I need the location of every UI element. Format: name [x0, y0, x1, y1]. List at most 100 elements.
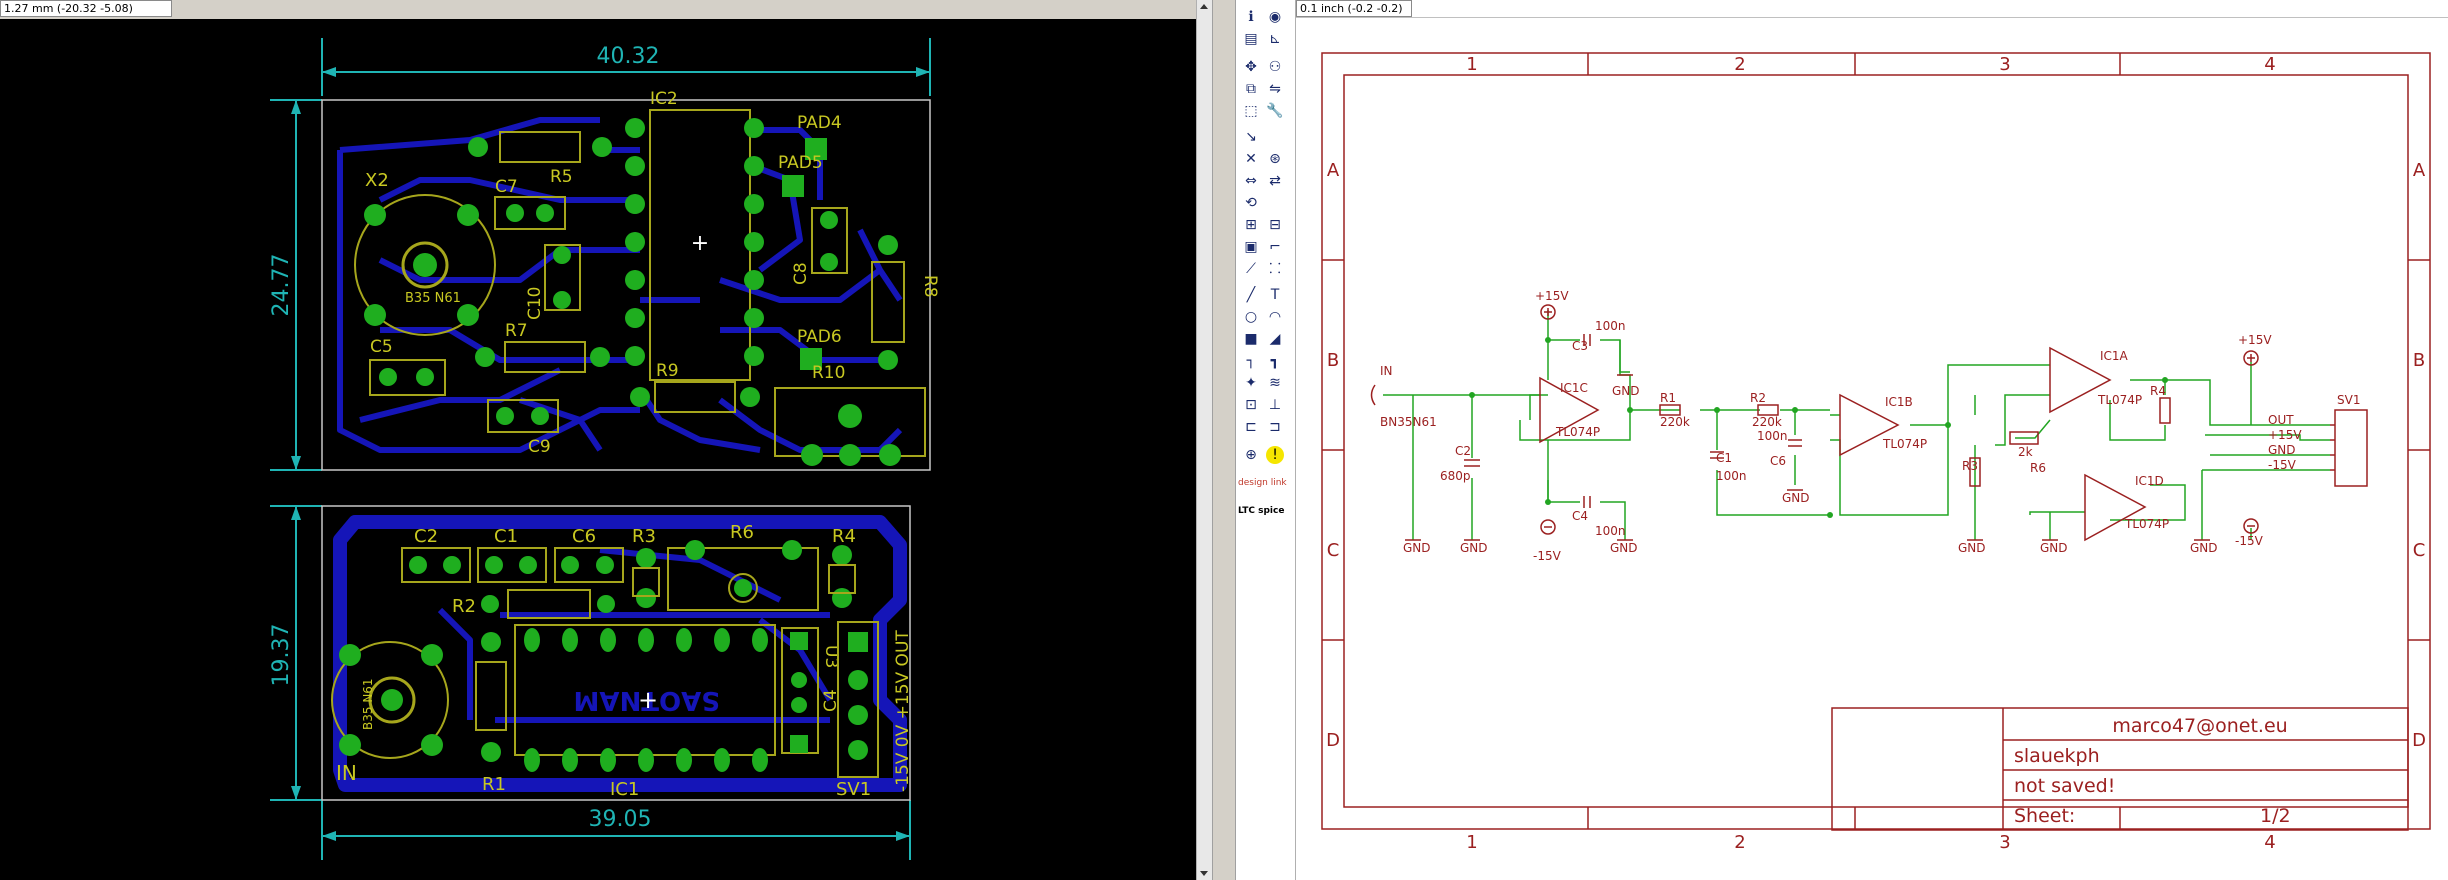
r7-label: R7: [505, 321, 528, 341]
c1-label: C1: [494, 526, 518, 547]
delete-icon[interactable]: ✕: [1242, 150, 1260, 168]
erc-icon[interactable]: !: [1266, 446, 1284, 464]
x2-part-label: B35 N61: [405, 291, 461, 306]
top-width-dim: 40.32: [597, 44, 660, 69]
svg-text:B: B: [2413, 350, 2425, 371]
pad4-label: PAD4: [797, 113, 842, 133]
r1-label: R1: [482, 774, 506, 795]
svg-text:IC1D: IC1D: [2135, 474, 2164, 488]
scroll-up-arrow[interactable]: [1200, 4, 1208, 9]
svg-text:+15V: +15V: [2238, 333, 2272, 347]
dimension-icon[interactable]: ⊐: [1266, 418, 1284, 436]
svg-text:GND: GND: [1612, 384, 1640, 398]
schematic-coordinate-readout: 0.1 inch (-0.2 -0.2): [1296, 0, 1412, 17]
move-icon[interactable]: ✥: [1242, 58, 1260, 76]
svg-text:OUT: OUT: [2268, 413, 2294, 427]
rotate-icon[interactable]: ⟲: [1242, 194, 1260, 212]
svg-text:GND: GND: [1610, 541, 1638, 555]
polygon-icon[interactable]: ◢: [1266, 330, 1284, 348]
pane-splitter[interactable]: [1212, 0, 1236, 880]
svg-text:C4: C4: [1572, 509, 1588, 523]
c10-label: C10: [525, 286, 545, 320]
svg-text:C: C: [2413, 540, 2426, 561]
netlabel-icon[interactable]: ≋: [1266, 374, 1284, 392]
bus-icon[interactable]: ⸬: [1266, 260, 1284, 278]
svg-text:R3: R3: [1962, 459, 1978, 473]
command-toolbar: ℹ ◉ ▤ ⊾ ✥ ⚇ ⧉ ⇋ ⬚ 🔧 ↘ ✕ ⊛ ⇔ ⇄ ⟲ ⊞ ⊟ ▣ ⌐ …: [1236, 0, 1296, 880]
arc-icon[interactable]: ◠: [1266, 308, 1284, 326]
smash-icon[interactable]: ⇄: [1266, 172, 1284, 190]
add-icon[interactable]: ▣: [1242, 238, 1260, 256]
ruler-icon[interactable]: ⊾: [1266, 30, 1284, 48]
connector-label: -15V 0V +15V OUT: [893, 630, 913, 792]
label-icon[interactable]: ⊟: [1266, 216, 1284, 234]
svg-text:GND: GND: [1403, 541, 1431, 555]
svg-text:3: 3: [1999, 832, 2010, 853]
copy-icon[interactable]: ⧉: [1242, 80, 1260, 98]
svg-text:3: 3: [1999, 54, 2010, 75]
ltspice-button[interactable]: LTC spice: [1238, 506, 1284, 516]
bus-tool-icon[interactable]: ┓: [1266, 352, 1284, 370]
svg-text:+: +: [638, 686, 658, 714]
svg-text:-15V: -15V: [1533, 549, 1562, 563]
attribute-icon[interactable]: ⊡: [1242, 396, 1260, 414]
svg-text:2: 2: [1734, 54, 1745, 75]
title-name: slauekph: [2014, 745, 2100, 767]
c2-label: C2: [414, 526, 438, 547]
info-icon[interactable]: ℹ: [1242, 8, 1260, 26]
svg-text:R2: R2: [1750, 391, 1766, 405]
select-icon[interactable]: ⬚: [1242, 102, 1260, 120]
svg-text:2k: 2k: [2018, 445, 2033, 459]
svg-text:D: D: [1326, 730, 1340, 751]
text-icon[interactable]: T: [1266, 286, 1284, 304]
scroll-down-arrow[interactable]: [1200, 871, 1208, 876]
r3-label: R3: [632, 526, 656, 547]
junction-tool-icon[interactable]: ✦: [1242, 374, 1260, 392]
svg-text:4: 4: [2264, 832, 2275, 853]
frame-icon[interactable]: ⊥: [1266, 396, 1284, 414]
svg-text:+15V: +15V: [2268, 428, 2302, 442]
c7-label: C7: [495, 177, 518, 197]
wire-icon[interactable]: ↘: [1242, 128, 1260, 146]
svg-text:GND: GND: [1782, 491, 1810, 505]
svg-text:C6: C6: [1770, 454, 1786, 468]
svg-text:R1: R1: [1660, 391, 1676, 405]
design-link-button[interactable]: design link: [1238, 478, 1287, 488]
svg-text:BN35N61: BN35N61: [1380, 415, 1437, 429]
bottom-width-dim: 39.05: [589, 807, 652, 832]
split-icon[interactable]: ⇔: [1242, 172, 1260, 190]
board-vertical-scrollbar[interactable]: [1196, 0, 1212, 880]
net-icon[interactable]: ⊞: [1242, 216, 1260, 234]
r4-label: R4: [832, 526, 856, 547]
rect-icon[interactable]: ■: [1242, 330, 1260, 348]
svg-text:+: +: [691, 231, 709, 256]
miter-icon[interactable]: ⌐: [1266, 238, 1284, 256]
eye-icon[interactable]: ◉: [1266, 8, 1284, 26]
svg-text:C3: C3: [1572, 339, 1588, 353]
schematic-editor-pane: 0.1 inch (-0.2 -0.2) 1 2 3 4 1 2 3 4 A B…: [1296, 0, 2448, 880]
gateswap-icon[interactable]: ⊏: [1242, 418, 1260, 436]
board-coordinate-readout: 1.27 mm (-20.32 -5.08): [0, 0, 172, 17]
layers-icon[interactable]: ▤: [1242, 30, 1260, 48]
svg-text:GND: GND: [2040, 541, 2068, 555]
mirror-icon[interactable]: ⇋: [1266, 80, 1284, 98]
svg-text:100n: 100n: [1595, 524, 1626, 538]
svg-text:R6: R6: [2030, 461, 2046, 475]
pin-swap-icon[interactable]: ⟋: [1242, 260, 1260, 278]
group-icon[interactable]: ⚇: [1266, 58, 1284, 76]
in-label: IN: [336, 761, 357, 785]
value-icon[interactable]: ⊛: [1266, 150, 1284, 168]
svg-text:GND: GND: [1958, 541, 1986, 555]
r5-outline: [499, 131, 581, 163]
zoom-icon[interactable]: ⊕: [1242, 446, 1260, 464]
line-icon[interactable]: ╱: [1242, 286, 1260, 304]
r2-label: R2: [452, 596, 476, 617]
circle-icon[interactable]: ○: [1242, 308, 1260, 326]
wrench-icon[interactable]: 🔧: [1266, 102, 1284, 120]
svg-text:1: 1: [1466, 832, 1477, 853]
schematic-canvas[interactable]: 1 2 3 4 1 2 3 4 A B C D A B C D marco47@…: [1296, 18, 2448, 880]
net-tool-icon[interactable]: ┐: [1242, 352, 1260, 370]
r10-label: R10: [812, 363, 845, 383]
board-canvas[interactable]: 40.32 24.77 IC2 + R5 X2 B35 N61 C7 C10 P…: [0, 19, 1196, 880]
schematic-symbols: [1370, 304, 2368, 542]
